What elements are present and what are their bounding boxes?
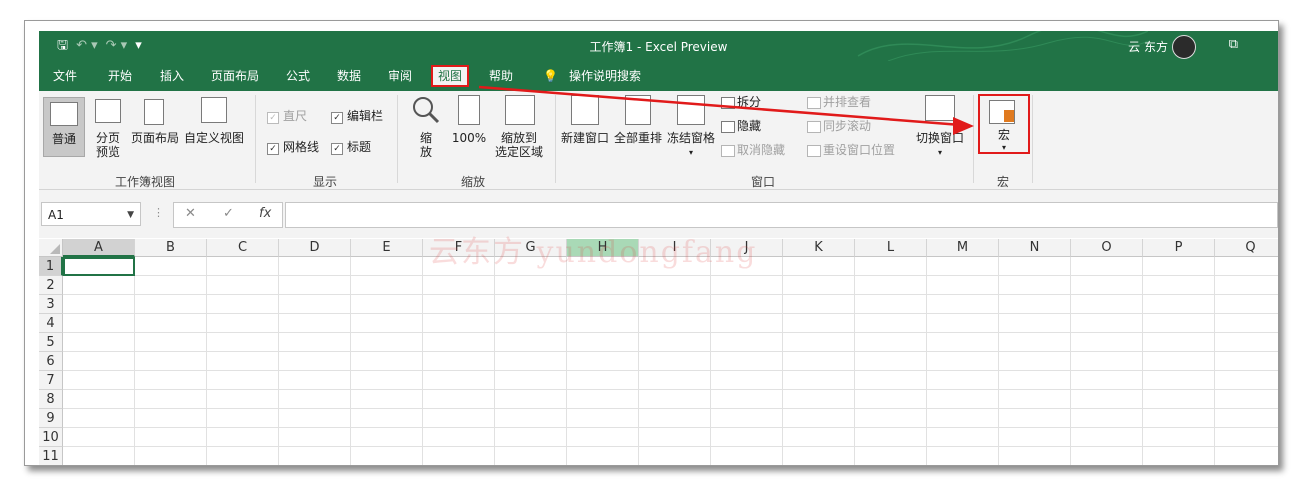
column-gridline [278,257,279,465]
cancel-icon[interactable]: ✕ [185,206,196,221]
screenshot-frame: 🖫 ↶ ▾ ↷ ▾ ▾ 工作簿1 - Excel Preview 云 东方 ⧉ … [24,20,1279,466]
insert-function-icon[interactable]: fx [259,206,271,221]
column-gridline [1070,257,1071,465]
column-gridline [1142,257,1143,465]
row-header-1[interactable]: 1 [39,257,63,276]
more-icon: ⋮ [153,206,164,219]
avatar[interactable] [1172,35,1196,59]
column-header-o[interactable]: O [1071,239,1143,257]
group-label-show: 显示 [313,175,338,189]
column-gridline [854,257,855,465]
column-gridline [350,257,351,465]
name-box[interactable]: A1 ▼ [41,202,141,226]
column-header-e[interactable]: E [351,239,423,257]
group-label-zoom: 缩放 [461,175,486,189]
column-header-n[interactable]: N [999,239,1071,257]
row-gridline [63,427,1278,428]
annotation-arrow [478,85,974,135]
row-gridline [63,389,1278,390]
column-gridline [710,257,711,465]
row-header-4[interactable]: 4 [39,314,63,333]
watermark: 云东方 yundongfang [429,235,758,270]
column-gridline [638,257,639,465]
column-header-p[interactable]: P [1143,239,1215,257]
column-header-l[interactable]: L [855,239,927,257]
row-header-11[interactable]: 11 [39,447,63,465]
row-header-6[interactable]: 6 [39,352,63,371]
column-gridline [782,257,783,465]
column-header-d[interactable]: D [279,239,351,257]
row-header-2[interactable]: 2 [39,276,63,295]
group-label-workbook-views: 工作簿视图 [115,175,176,189]
row-header-3[interactable]: 3 [39,295,63,314]
row-gridline [63,294,1278,295]
column-gridline [926,257,927,465]
row-header-7[interactable]: 7 [39,371,63,390]
name-box-value: A1 [48,208,64,222]
row-gridline [63,351,1278,352]
row-gridline [63,446,1278,447]
excel-window: 🖫 ↶ ▾ ↷ ▾ ▾ 工作簿1 - Excel Preview 云 东方 ⧉ … [39,31,1278,465]
select-all-button[interactable] [39,239,63,257]
column-gridline [998,257,999,465]
column-gridline [422,257,423,465]
formula-input[interactable] [285,202,1278,228]
row-gridline [63,275,1278,276]
column-gridline [134,257,135,465]
column-gridline [494,257,495,465]
column-header-c[interactable]: C [207,239,279,257]
row-gridline [63,313,1278,314]
group-label-macros: 宏 [997,175,1010,189]
column-gridline [1214,257,1215,465]
row-gridline [63,408,1278,409]
chevron-down-icon[interactable]: ▼ [127,203,134,227]
ribbon-display-options-icon[interactable]: ⧉ [1229,37,1238,52]
column-header-a[interactable]: A [63,239,135,257]
column-gridline [566,257,567,465]
column-header-q[interactable]: Q [1215,239,1278,257]
enter-icon[interactable]: ✓ [223,206,234,221]
row-header-9[interactable]: 9 [39,409,63,428]
column-header-k[interactable]: K [783,239,855,257]
row-header-10[interactable]: 10 [39,428,63,447]
column-header-m[interactable]: M [927,239,999,257]
worksheet-grid: ABCDEFGHIJKLMNOPQ 1 2 3 4 5 6 7 8 9 10 11 云东方 yund… [39,235,1278,465]
row-gridline [63,370,1278,371]
row-header-5[interactable]: 5 [39,333,63,352]
row-gridline [63,332,1278,333]
active-cell[interactable] [63,257,135,276]
group-label-window: 窗口 [751,175,776,189]
row-header-8[interactable]: 8 [39,390,63,409]
column-gridline [206,257,207,465]
column-header-b[interactable]: B [135,239,207,257]
